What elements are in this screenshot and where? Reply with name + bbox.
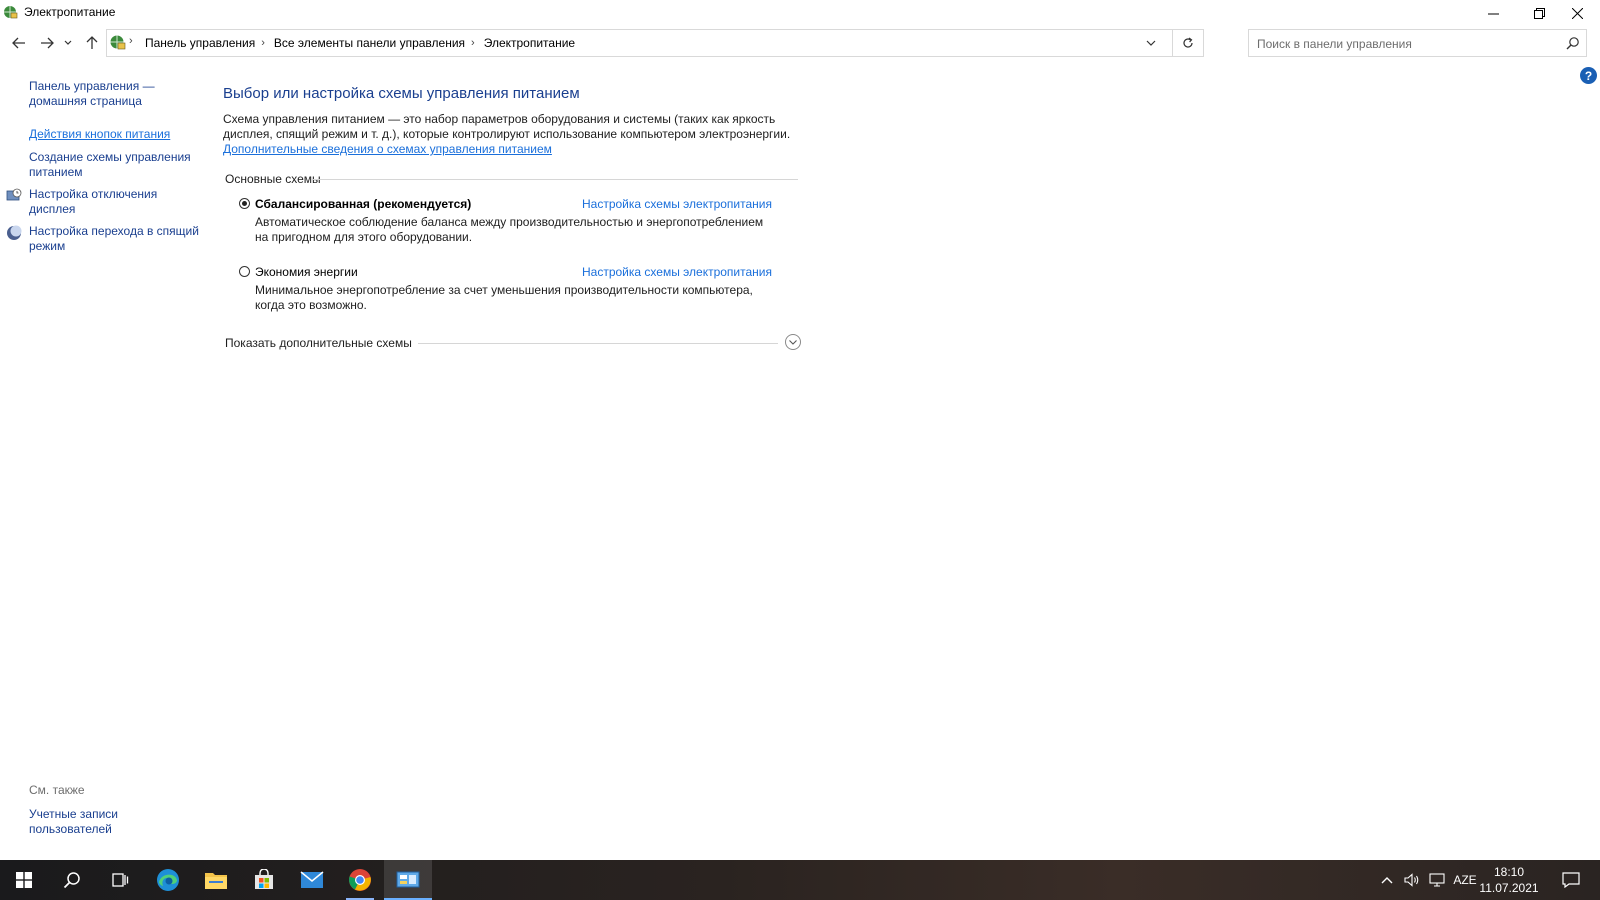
plan-description: Минимальное энергопотребление за счет ум… [255, 283, 753, 312]
file-explorer-icon [205, 873, 227, 889]
chevron-down-icon [789, 340, 797, 345]
see-also-label: См. также [29, 783, 85, 797]
address-bar[interactable]: › Панель управления › Все элементы панел… [106, 29, 1204, 57]
refresh-icon [1183, 37, 1193, 48]
minimize-icon [1487, 13, 1499, 14]
arrow-right-icon [41, 37, 54, 49]
search-icon [1566, 37, 1579, 50]
window-title: Электропитание [24, 5, 116, 19]
arrow-up-icon [86, 36, 98, 49]
show-more-divider [418, 343, 778, 344]
title-bar: Электропитание [0, 0, 1600, 26]
taskbar: AZE 18:10 11.07.2021 [0, 860, 1600, 900]
close-button[interactable] [1554, 0, 1600, 26]
taskbar-file-explorer[interactable] [192, 860, 240, 900]
refresh-button[interactable] [1172, 30, 1203, 56]
control-panel-icon [110, 35, 126, 50]
arrow-left-icon [12, 37, 25, 49]
left-pane: Панель управления — домашняя страница Де… [0, 58, 205, 858]
close-icon [1571, 7, 1583, 19]
plan-radio-power-saver[interactable] [239, 266, 250, 277]
moon-icon [7, 225, 22, 240]
volume-button[interactable] [1400, 860, 1424, 900]
start-button[interactable] [0, 860, 48, 900]
taskbar-clock[interactable]: 18:10 11.07.2021 [1478, 864, 1540, 896]
breadcrumb-separator-icon[interactable]: › [261, 37, 265, 49]
action-center-button[interactable] [1552, 860, 1590, 900]
taskbar-search-button[interactable] [48, 860, 96, 900]
edge-icon [157, 869, 179, 891]
show-more-plans-button[interactable] [785, 334, 801, 350]
display-off-link[interactable]: Настройка отключения дисплея [29, 187, 199, 217]
plan-radio-balanced[interactable] [239, 198, 250, 209]
store-icon [255, 869, 273, 889]
taskbar-control-panel[interactable] [384, 860, 432, 900]
navigation-row: › Панель управления › Все элементы панел… [0, 28, 1600, 58]
volume-icon [1404, 873, 1419, 887]
user-accounts-link[interactable]: Учетные записи пользователей [29, 807, 199, 837]
notification-icon [1562, 872, 1580, 888]
breadcrumb-separator-icon[interactable]: › [471, 37, 475, 49]
page-description: Схема управления питанием — это набор па… [223, 112, 791, 141]
clock-date: 11.07.2021 [1479, 881, 1539, 895]
network-button[interactable] [1426, 860, 1450, 900]
plan-name[interactable]: Экономия энергии [255, 265, 358, 279]
control-panel-home-link[interactable]: Панель управления — домашняя страница [29, 79, 199, 109]
chevron-down-icon [64, 40, 72, 45]
chevron-up-icon [1381, 877, 1393, 884]
power-buttons-link[interactable]: Действия кнопок питания [29, 127, 199, 142]
taskbar-store[interactable] [240, 860, 288, 900]
recent-locations-button[interactable] [63, 34, 73, 52]
breadcrumb-item[interactable]: Панель управления [145, 36, 255, 50]
group-label: Основные схемы [225, 172, 321, 186]
more-info-link[interactable]: Дополнительные сведения о схемах управле… [223, 142, 552, 156]
configure-plan-link[interactable]: Настройка схемы электропитания [582, 265, 772, 279]
group-divider [311, 179, 798, 180]
taskbar-mail[interactable] [288, 860, 336, 900]
configure-plan-link[interactable]: Настройка схемы электропитания [582, 197, 772, 211]
sleep-settings-link[interactable]: Настройка перехода в спящий режим [29, 224, 199, 254]
minimize-button[interactable] [1470, 0, 1516, 26]
taskbar-edge[interactable] [144, 860, 192, 900]
clock-time: 18:10 [1493, 865, 1525, 879]
breadcrumb-item[interactable]: Все элементы панели управления [274, 36, 465, 50]
breadcrumb-separator-icon: › [129, 35, 133, 47]
forward-button[interactable] [38, 34, 56, 52]
help-button[interactable]: ? [1580, 67, 1597, 84]
input-language-button[interactable]: AZE [1452, 860, 1478, 900]
search-box[interactable] [1248, 29, 1587, 57]
up-button[interactable] [83, 34, 101, 52]
chevron-down-icon [1146, 40, 1156, 46]
back-button[interactable] [10, 34, 28, 52]
search-icon [63, 872, 80, 889]
task-view-button[interactable] [96, 860, 144, 900]
address-dropdown-button[interactable] [1139, 30, 1163, 56]
control-panel-icon [396, 871, 420, 888]
network-icon [1429, 873, 1445, 887]
display-clock-icon [6, 188, 22, 201]
windows-start-icon [16, 872, 32, 888]
plan-name[interactable]: Сбалансированная (рекомендуется) [255, 197, 471, 211]
plan-description: Автоматическое соблюдение баланса между … [255, 215, 764, 244]
chrome-icon [349, 869, 371, 891]
show-more-plans-label[interactable]: Показать дополнительные схемы [225, 336, 412, 350]
breadcrumb: Панель управления › Все элементы панели … [145, 36, 575, 50]
restore-icon [1533, 7, 1545, 19]
taskbar-chrome[interactable] [336, 860, 384, 900]
mail-icon [300, 871, 324, 888]
create-plan-link[interactable]: Создание схемы управления питанием [29, 150, 199, 180]
breadcrumb-item[interactable]: Электропитание [484, 36, 575, 50]
power-options-icon [4, 6, 18, 19]
search-input[interactable] [1255, 34, 1559, 54]
task-view-icon [112, 873, 129, 887]
page-title: Выбор или настройка схемы управления пит… [223, 85, 580, 102]
show-hidden-icons-button[interactable] [1376, 860, 1398, 900]
